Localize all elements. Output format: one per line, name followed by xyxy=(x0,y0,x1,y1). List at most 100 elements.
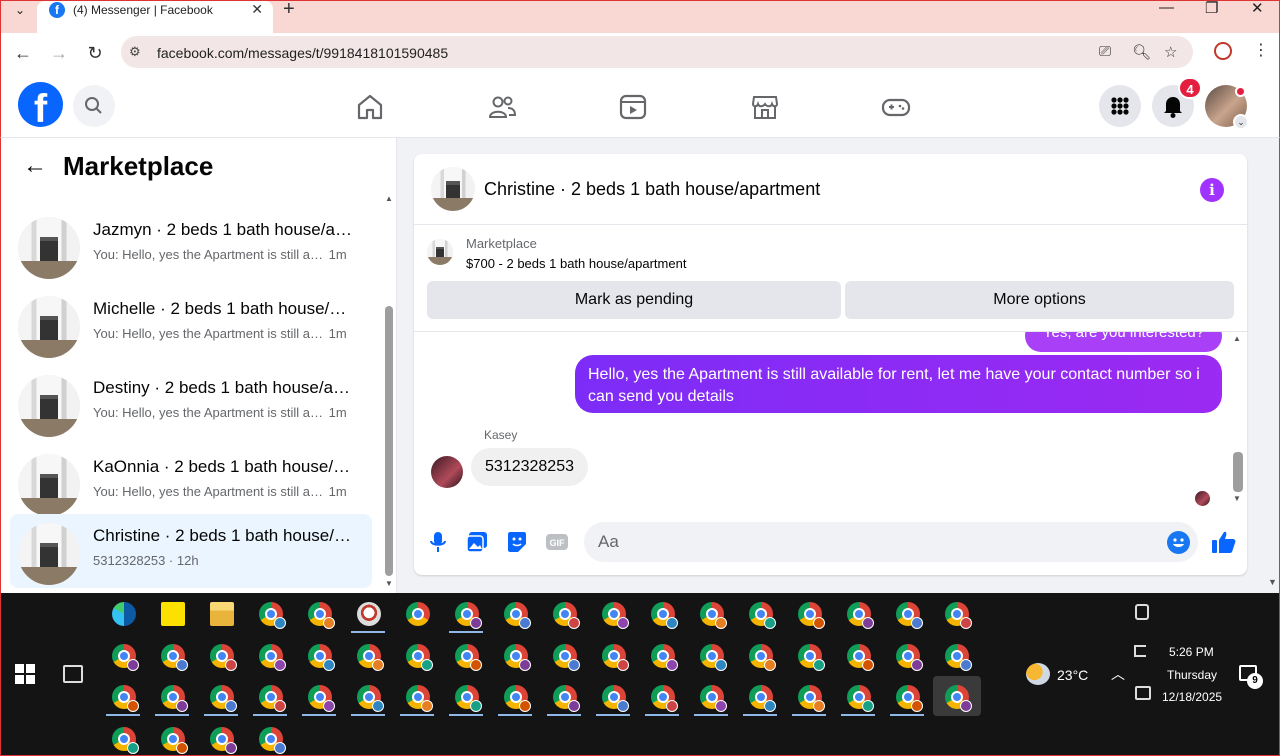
search-button[interactable] xyxy=(73,85,115,127)
taskbar-app-button[interactable] xyxy=(691,678,731,716)
taskbar-app-button[interactable] xyxy=(152,595,192,633)
tab-search-chevron-icon[interactable]: ⌄ xyxy=(9,3,31,19)
taskbar-app-button[interactable] xyxy=(887,595,927,633)
outgoing-message-bubble[interactable]: Hello, yes the Apartment is still availa… xyxy=(575,355,1222,413)
taskbar-app-button[interactable] xyxy=(593,678,633,716)
profile-icon[interactable] xyxy=(1214,42,1232,60)
install-app-icon[interactable]: ⎚ xyxy=(1099,43,1111,60)
conversation-item-destiny[interactable]: Destiny · 2 beds 1 bath house/apartment … xyxy=(10,366,372,440)
tab-close-icon[interactable]: ✕ xyxy=(251,1,263,18)
taskbar-app-button[interactable] xyxy=(348,595,388,633)
conversation-item-kaonnia[interactable]: KaOnnia · 2 beds 1 bath house/apartment … xyxy=(10,445,372,519)
taskbar-app-button[interactable] xyxy=(152,637,192,675)
tablet-mode-icon[interactable] xyxy=(1135,604,1149,620)
like-thumbs-up-icon[interactable] xyxy=(1210,528,1238,556)
taskbar-app-button[interactable] xyxy=(642,595,682,633)
clock-time[interactable]: 5:26 PM xyxy=(1169,645,1214,659)
browser-menu-icon[interactable]: ⋮ xyxy=(1253,40,1269,60)
restore-icon[interactable]: ❐ xyxy=(1205,0,1218,17)
facebook-logo-icon[interactable]: f xyxy=(18,82,63,127)
taskbar-app-button[interactable] xyxy=(936,637,976,675)
address-bar[interactable]: ⚙ facebook.com/messages/t/99184181015904… xyxy=(121,36,1193,68)
conversation-item-christine[interactable]: Christine · 2 beds 1 bath house/apartmen… xyxy=(10,514,372,588)
taskbar-app-button[interactable] xyxy=(201,595,241,633)
taskbar-app-button[interactable] xyxy=(348,678,388,716)
conversation-item-michelle[interactable]: Michelle · 2 beds 1 bath house/apartment… xyxy=(10,287,372,361)
weather-temperature[interactable]: 23°C xyxy=(1057,667,1088,683)
new-tab-icon[interactable]: + xyxy=(283,0,295,21)
taskbar-app-button[interactable] xyxy=(299,637,339,675)
taskbar-app-button[interactable] xyxy=(250,678,290,716)
chat-title[interactable]: Christine · 2 beds 1 bath house/apartmen… xyxy=(484,179,820,200)
taskbar-app-button[interactable] xyxy=(789,637,829,675)
taskbar-app-button[interactable] xyxy=(544,595,584,633)
page-scroll-down-icon[interactable]: ▼ xyxy=(1268,577,1277,587)
taskbar-app-button[interactable] xyxy=(593,637,633,675)
taskbar-app-button[interactable] xyxy=(152,720,192,756)
taskbar-app-button[interactable] xyxy=(348,637,388,675)
message-input[interactable] xyxy=(584,522,1198,562)
scroll-up-icon[interactable]: ▲ xyxy=(385,194,393,203)
taskbar-app-button[interactable] xyxy=(691,637,731,675)
weather-partly-cloudy-icon[interactable] xyxy=(1026,663,1050,685)
url-text[interactable]: facebook.com/messages/t/9918418101590485 xyxy=(157,45,448,61)
site-settings-icon[interactable]: ⚙ xyxy=(129,44,141,60)
taskbar-app-button[interactable] xyxy=(642,637,682,675)
clock-date[interactable]: 12/18/2025 xyxy=(1162,690,1222,704)
thread-scroll-up-icon[interactable]: ▲ xyxy=(1233,334,1241,343)
taskbar-app-button[interactable] xyxy=(250,595,290,633)
marketplace-icon[interactable] xyxy=(750,92,780,122)
conversation-list-scrollbar[interactable] xyxy=(385,306,393,576)
minimize-icon[interactable]: — xyxy=(1159,0,1174,16)
thread-scroll-down-icon[interactable]: ▼ xyxy=(1233,494,1241,503)
taskbar-app-button[interactable] xyxy=(838,595,878,633)
taskbar-app-button[interactable] xyxy=(103,595,143,633)
taskbar-app-button[interactable] xyxy=(446,678,486,716)
taskbar-app-button[interactable] xyxy=(446,595,486,633)
scroll-down-icon[interactable]: ▼ xyxy=(385,579,393,588)
taskbar-app-button[interactable] xyxy=(495,637,535,675)
listing-title[interactable]: $700 - 2 beds 1 bath house/apartment xyxy=(466,256,686,271)
taskbar-app-button[interactable] xyxy=(397,595,437,633)
chat-listing-avatar[interactable] xyxy=(431,167,475,211)
emoji-icon[interactable] xyxy=(1167,531,1190,554)
taskbar-app-button[interactable] xyxy=(887,637,927,675)
taskbar-app-button[interactable] xyxy=(446,637,486,675)
sticker-icon[interactable] xyxy=(505,530,529,554)
clock-day[interactable]: Thursday xyxy=(1167,668,1217,682)
taskbar-app-button[interactable] xyxy=(593,595,633,633)
outgoing-message-bubble[interactable]: Yes, are you interested? xyxy=(1025,332,1222,352)
taskbar-app-button[interactable] xyxy=(397,678,437,716)
taskbar-app-button[interactable] xyxy=(299,678,339,716)
more-options-button[interactable]: More options xyxy=(845,281,1234,319)
reload-icon[interactable]: ↻ xyxy=(83,41,107,65)
taskbar-app-button[interactable] xyxy=(740,678,780,716)
taskbar-app-button[interactable] xyxy=(299,595,339,633)
bookmark-star-icon[interactable]: ☆ xyxy=(1164,43,1177,61)
sender-avatar[interactable] xyxy=(431,456,463,488)
taskbar-app-button[interactable] xyxy=(838,637,878,675)
taskbar-app-button[interactable] xyxy=(201,720,241,756)
taskbar-app-button[interactable] xyxy=(887,678,927,716)
photo-icon[interactable] xyxy=(465,530,489,554)
taskbar-app-button[interactable] xyxy=(250,637,290,675)
taskbar-app-button[interactable] xyxy=(103,678,143,716)
task-view-icon[interactable] xyxy=(63,665,83,683)
gif-icon[interactable]: GIF xyxy=(545,530,569,554)
taskbar-app-button[interactable] xyxy=(544,678,584,716)
browser-tab-messenger[interactable]: f (4) Messenger | Facebook ✕ xyxy=(37,1,273,34)
video-icon[interactable] xyxy=(618,92,648,122)
taskbar-app-button[interactable] xyxy=(740,595,780,633)
taskbar-app-button[interactable] xyxy=(838,678,878,716)
friends-icon[interactable] xyxy=(487,92,517,122)
network-icon[interactable] xyxy=(1135,686,1151,700)
account-chevron-icon[interactable]: ⌄ xyxy=(1233,114,1249,130)
microphone-icon[interactable] xyxy=(426,530,450,554)
window-close-icon[interactable]: ✕ xyxy=(1251,0,1264,17)
forward-icon[interactable]: → xyxy=(47,41,71,65)
taskbar-app-button[interactable] xyxy=(495,595,535,633)
taskbar-app-button[interactable] xyxy=(103,637,143,675)
taskbar-app-button[interactable] xyxy=(495,678,535,716)
conversation-item-jazmyn[interactable]: Jazmyn · 2 beds 1 bath house/apartment Y… xyxy=(10,208,372,282)
taskbar-app-button[interactable] xyxy=(936,595,976,633)
